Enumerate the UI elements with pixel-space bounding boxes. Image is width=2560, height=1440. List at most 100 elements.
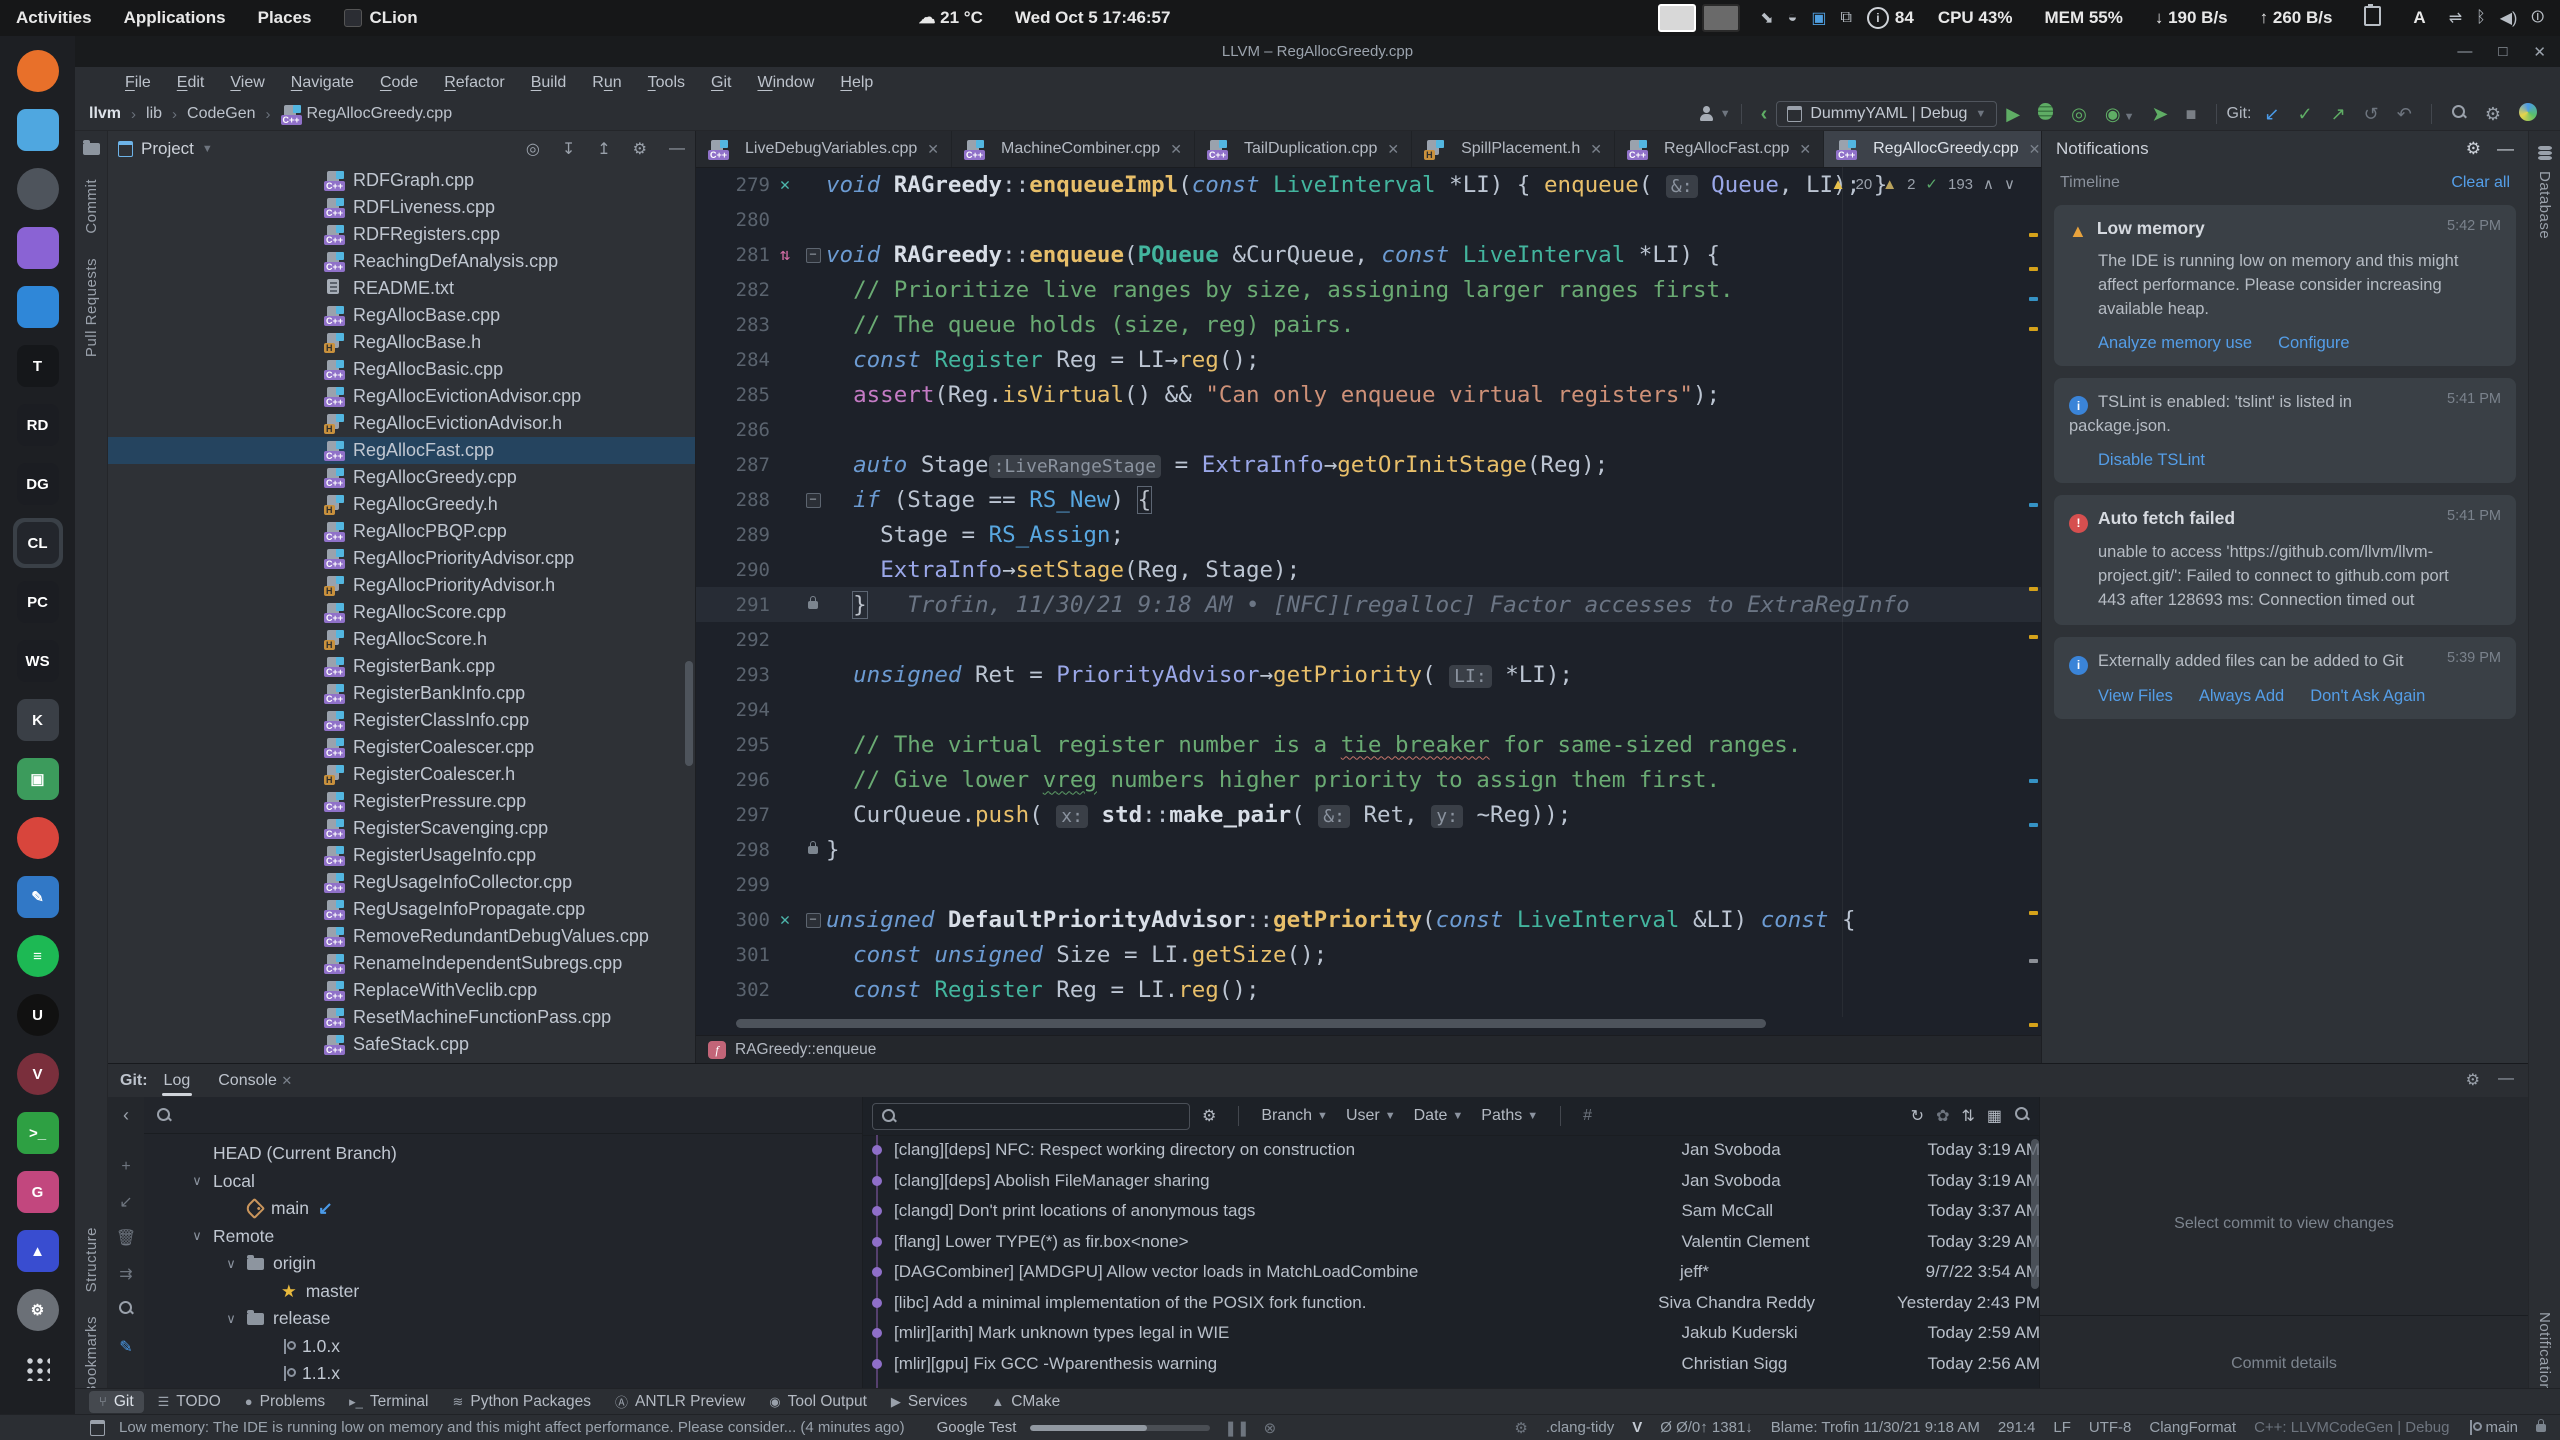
tray-display-icon[interactable]: ▣ [1811,8,1826,28]
code-line[interactable]: 287 auto Stage:LiveRangeStage = ExtraInf… [696,447,2041,482]
tab-console[interactable]: Console ✕ [206,1068,304,1094]
format-widget[interactable]: ClangFormat [2149,1419,2236,1436]
stripe-mark[interactable] [2029,779,2038,783]
menu-build[interactable]: Build [519,71,579,95]
tree-file[interactable]: C++RegisterClassInfo.cpp [108,707,695,734]
notifications-settings-button[interactable]: ⚙ [2466,139,2481,159]
code-line[interactable]: 293 unsigned Ret = PriorityAdvisor→getPr… [696,657,2041,692]
menu-run[interactable]: Run [580,71,633,95]
cherry-pick-icon[interactable]: ⇉ [119,1264,132,1284]
menu-git[interactable]: Git [699,71,743,95]
chevron-down-icon[interactable]: ∨ [190,1228,204,1244]
minimize-button[interactable]: — [2457,43,2472,60]
close-button[interactable]: ✕ [2533,43,2546,61]
code-line[interactable]: 302 const Register Reg = LI.reg(); [696,972,2041,1007]
prev-problem-button[interactable]: ∧ [1983,175,1994,193]
code-line[interactable]: 281⇅−void RAGreedy::enqueue(PQueue &CurQ… [696,237,2041,272]
checkout-icon[interactable]: ↙ [119,1192,132,1212]
tree-file[interactable]: C++RegAllocPriorityAdvisor.cpp [108,545,695,572]
branch-item[interactable]: ∨Local [144,1168,862,1196]
dock-app-grid[interactable] [17,1348,59,1390]
build-icon[interactable]: ‹ [1761,103,1768,126]
fold-marker[interactable] [800,841,826,858]
notification-action-link[interactable]: Don't Ask Again [2310,687,2425,706]
line-ending-widget[interactable]: LF [2053,1419,2071,1436]
branch-item[interactable]: ★master [144,1278,862,1306]
code-editor[interactable]: 279✕void RAGreedy::enqueueImpl(const Liv… [696,167,2041,1017]
fold-minus-icon[interactable]: − [806,913,821,928]
breadcrumb-item[interactable]: RegAllocGreedy.cpp [307,105,453,123]
notification-action-link[interactable]: Always Add [2199,687,2284,706]
stripe-mark[interactable] [2029,635,2038,639]
code-line[interactable]: 298} [696,832,2041,867]
toolwindow-git[interactable]: ⑂Git [89,1391,144,1413]
sort-icon[interactable]: ⇅ [1961,1106,1974,1126]
menu-view[interactable]: View [218,71,276,95]
window-title-bar[interactable]: LLVM – RegAllocGreedy.cpp — □ ✕ [75,36,2560,67]
tray-icon-2[interactable]: ◒ [1788,9,1798,27]
search-everywhere-button[interactable] [2451,104,2467,125]
notification-card[interactable]: 5:42 PM▲Low memoryThe IDE is running low… [2054,205,2516,366]
code-line[interactable]: 289 Stage = RS_Assign; [696,517,2041,552]
branch-item[interactable]: ∨release [144,1305,862,1333]
v-widget[interactable]: V [1632,1419,1642,1436]
stripe-mark[interactable] [2029,823,2038,827]
dock-terminal-app[interactable]: >_ [17,1112,59,1154]
branch-item[interactable]: ∨Remote [144,1223,862,1251]
background-tasks-icon[interactable]: ⚙ [1514,1419,1527,1437]
breadcrumb-item[interactable]: lib [146,105,162,123]
encoding-widget[interactable]: UTF-8 [2089,1419,2132,1436]
git-update-button[interactable]: ↙ [2264,104,2279,125]
menu-navigate[interactable]: Navigate [279,71,366,95]
tree-file[interactable]: HRegAllocPriorityAdvisor.h [108,572,695,599]
stripe-structure[interactable]: Structure [83,1227,100,1292]
dock-chat-app[interactable] [17,227,59,269]
zoom-icon[interactable] [2014,1106,2030,1127]
activities-button[interactable]: Activities [0,8,108,28]
commit-search-field[interactable] [872,1103,1190,1130]
profile-button[interactable]: ➤ [2153,104,2168,125]
dock-rocket-app[interactable] [17,817,59,859]
notification-action-link[interactable]: Disable TSLint [2098,451,2205,470]
updates-indicator[interactable]: i84 [1859,7,1922,29]
commit-row[interactable]: [libc] Add a minimal implementation of t… [862,1288,2040,1319]
stripe-mark[interactable] [2029,587,2038,591]
intellisort-icon[interactable]: ✿ [1936,1106,1949,1126]
locate-file-button[interactable]: ◎ [526,139,540,159]
power-icon[interactable]: ⏼ [2531,9,2544,27]
dock-photos-app[interactable]: ▲ [17,1230,59,1272]
go-to-hash-icon[interactable]: # [1583,1107,1592,1125]
code-line[interactable]: 288− if (Stage == RS_New) { [696,482,2041,517]
stripe-notifications[interactable]: Notifications [2536,1312,2553,1400]
fold-minus-icon[interactable]: − [806,493,821,508]
add-branch-icon[interactable]: + [121,1158,130,1176]
code-line[interactable]: 284 const Register Reg = LI→reg(); [696,342,2041,377]
dock-password-app[interactable]: K [17,699,59,741]
git-hide-button[interactable]: — [2498,1070,2514,1090]
caret-position-widget[interactable]: 291:4 [1998,1419,2036,1436]
code-line[interactable]: 303 [696,1007,2041,1017]
tree-file[interactable]: HRegisterCoalescer.h [108,761,695,788]
tree-file[interactable]: C++RegAllocPBQP.cpp [108,518,695,545]
editor-tab[interactable]: C++LiveDebugVariables.cpp✕ [696,131,952,167]
places-menu[interactable]: Places [242,8,328,28]
filter-branch[interactable]: Branch▼ [1261,1107,1328,1125]
git-history-button[interactable]: ↺ [2364,104,2379,125]
tree-file[interactable]: C++RegisterBankInfo.cpp [108,680,695,707]
breadcrumb-item[interactable]: CodeGen [187,105,256,123]
tab-close-icon[interactable]: ✕ [2029,141,2041,158]
search-branches-icon[interactable] [118,1300,134,1321]
git-branch-widget[interactable]: main [2467,1419,2518,1436]
run-button[interactable]: ▶ [2006,104,2020,125]
chevron-down-icon[interactable]: ∨ [224,1311,238,1327]
tab-timeline[interactable]: Timeline [2060,174,2120,192]
menu-refactor[interactable]: Refactor [432,71,516,95]
menu-code[interactable]: Code [368,71,430,95]
menu-file[interactable]: File [113,71,163,95]
clang-tidy-widget[interactable]: .clang-tidy [1546,1419,1614,1436]
tree-file[interactable]: C++RegisterUsageInfo.cpp [108,842,695,869]
dock-music-app[interactable]: ≡ [17,935,59,977]
tab-close-icon[interactable]: ✕ [1799,141,1811,158]
clock[interactable]: Wed Oct 5 17:46:57 [999,8,1187,28]
tree-file[interactable]: C++RDFLiveness.cpp [108,194,695,221]
